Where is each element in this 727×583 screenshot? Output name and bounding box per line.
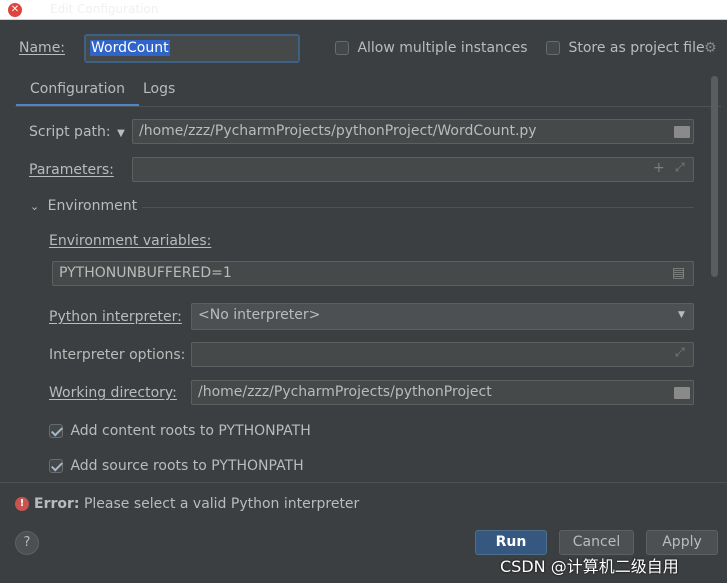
tab-configuration-label: Configuration bbox=[30, 81, 125, 97]
chevron-down-icon: ⌄ bbox=[30, 200, 40, 213]
folder-icon[interactable] bbox=[674, 126, 690, 138]
close-icon[interactable]: ✕ bbox=[8, 3, 22, 17]
tabs-divider bbox=[15, 106, 721, 107]
window-title: Edit Configuration bbox=[50, 2, 159, 16]
interpreter-select[interactable]: <No interpreter> bbox=[191, 303, 694, 330]
gear-icon[interactable]: ⚙ bbox=[704, 40, 717, 56]
chevron-down-icon[interactable]: ▼ bbox=[678, 310, 685, 320]
env-vars-label: Environment variables: bbox=[49, 233, 212, 249]
allow-multiple-label: Allow multiple instances bbox=[357, 40, 528, 56]
parameters-field[interactable] bbox=[132, 157, 694, 182]
apply-button[interactable]: Apply bbox=[646, 530, 718, 555]
content-roots-box[interactable] bbox=[49, 424, 63, 438]
script-path-field[interactable]: /home/zzz/PycharmProjects/pythonProject/… bbox=[132, 119, 694, 144]
error-icon: ! bbox=[15, 497, 29, 511]
store-project-box[interactable] bbox=[546, 41, 560, 55]
store-project-label: Store as project file bbox=[568, 40, 705, 56]
environment-section-title: Environment bbox=[47, 198, 138, 214]
environment-section-toggle[interactable]: ⌄ Environment bbox=[30, 198, 137, 214]
interpreter-options-field[interactable] bbox=[191, 342, 694, 367]
chevron-down-icon: ▼ bbox=[117, 128, 125, 139]
tab-configuration[interactable]: Configuration bbox=[16, 76, 139, 107]
footer-divider bbox=[0, 482, 727, 483]
watermark: CSDN @计算机二级自用 bbox=[500, 557, 679, 576]
parameters-label: Parameters: bbox=[29, 162, 114, 178]
source-roots-checkbox[interactable]: Add source roots to PYTHONPATH bbox=[49, 458, 304, 474]
script-path-dropdown[interactable]: Script path: ▼ bbox=[29, 124, 125, 140]
source-roots-label: Add source roots to PYTHONPATH bbox=[70, 458, 304, 474]
tab-logs[interactable]: Logs bbox=[129, 76, 189, 107]
working-dir-label: Working directory: bbox=[49, 385, 177, 401]
tab-logs-label: Logs bbox=[143, 81, 176, 97]
expand-icon[interactable]: ⤢ bbox=[675, 160, 685, 175]
window-titlebar: ✕ Edit Configuration bbox=[0, 0, 727, 20]
name-label: Name: bbox=[19, 40, 66, 56]
plus-icon[interactable]: + bbox=[653, 160, 665, 176]
source-roots-box[interactable] bbox=[49, 459, 63, 473]
interpreter-options-label: Interpreter options: bbox=[49, 347, 186, 363]
script-path-value: /home/zzz/PycharmProjects/pythonProject/… bbox=[139, 123, 537, 139]
cancel-button[interactable]: Cancel bbox=[559, 530, 634, 555]
scrollbar[interactable] bbox=[711, 76, 718, 277]
expand-icon[interactable]: ⤢ bbox=[675, 345, 685, 360]
store-project-checkbox[interactable]: Store as project file bbox=[546, 40, 705, 56]
error-message: Error: Please select a valid Python inte… bbox=[34, 496, 359, 512]
script-path-label: Script path: bbox=[29, 124, 111, 140]
run-button[interactable]: Run bbox=[475, 530, 547, 555]
working-dir-value: /home/zzz/PycharmProjects/pythonProject bbox=[198, 384, 492, 400]
content-roots-label: Add content roots to PYTHONPATH bbox=[70, 423, 311, 439]
error-text: Please select a valid Python interpreter bbox=[83, 496, 360, 512]
name-input[interactable]: WordCount bbox=[84, 34, 300, 63]
allow-multiple-box[interactable] bbox=[335, 41, 349, 55]
document-icon[interactable]: ▤ bbox=[672, 265, 685, 281]
working-dir-field[interactable]: /home/zzz/PycharmProjects/pythonProject bbox=[191, 380, 694, 405]
interpreter-value: <No interpreter> bbox=[198, 307, 321, 323]
error-prefix: Error: bbox=[34, 496, 80, 512]
content-roots-checkbox[interactable]: Add content roots to PYTHONPATH bbox=[49, 423, 311, 439]
help-button[interactable]: ? bbox=[15, 531, 39, 555]
env-vars-value: PYTHONUNBUFFERED=1 bbox=[59, 265, 232, 281]
interpreter-label: Python interpreter: bbox=[49, 309, 182, 325]
environment-divider bbox=[142, 207, 694, 208]
allow-multiple-checkbox[interactable]: Allow multiple instances bbox=[335, 40, 528, 56]
folder-icon[interactable] bbox=[674, 387, 690, 399]
name-input-value: WordCount bbox=[90, 40, 170, 56]
env-vars-field[interactable]: PYTHONUNBUFFERED=1 bbox=[52, 261, 694, 286]
